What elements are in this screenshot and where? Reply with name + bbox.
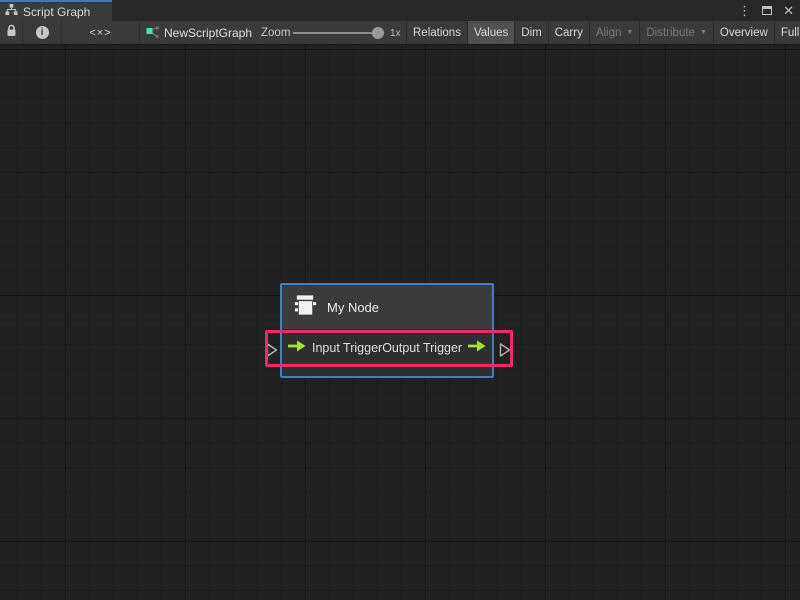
- input-port-label: Input Trigger: [312, 341, 382, 355]
- node-ports-row: Input Trigger Output Trigger: [282, 330, 492, 374]
- toolbar-button-label: Overview: [720, 27, 768, 39]
- graph-canvas[interactable]: My Node Input Trigger Output Trigger: [0, 45, 800, 600]
- chevron-down-icon: ▼: [626, 29, 633, 36]
- zoom-label: Zoom: [261, 27, 290, 39]
- toolbar-button-label: Relations: [413, 27, 461, 39]
- toolbar-button-label: Full Screen: [781, 27, 800, 39]
- zoom-slider-knob[interactable]: [372, 27, 384, 39]
- toolbar-button-carry[interactable]: Carry: [548, 21, 589, 44]
- output-trigger-arrow-icon: [468, 339, 486, 357]
- graph-name-label[interactable]: NewScriptGraph: [164, 26, 252, 40]
- maximize-icon[interactable]: [762, 6, 772, 15]
- graph-toolbar: i <×> NewScriptGraph Zoom 1x Relations Va…: [0, 21, 800, 45]
- input-connection-triangle[interactable]: [266, 342, 278, 363]
- lock-icon: [6, 24, 17, 42]
- zoom-value: 1x: [390, 28, 401, 39]
- window-controls: ⋮ ✕: [738, 0, 794, 21]
- zoom-to-fit-icon: <×>: [89, 27, 111, 39]
- toolbar-button-values[interactable]: Values: [467, 21, 514, 44]
- unit-node-icon: [293, 292, 318, 323]
- node-title: My Node: [327, 300, 379, 315]
- toolbar-button-overview[interactable]: Overview: [713, 21, 774, 44]
- node-header[interactable]: My Node: [282, 285, 492, 330]
- hierarchy-icon: [5, 3, 18, 21]
- lock-button[interactable]: [0, 21, 23, 44]
- tab-bar: Script Graph ⋮ ✕: [0, 0, 800, 21]
- info-icon: i: [36, 26, 49, 39]
- toolbar-button-dim[interactable]: Dim: [514, 21, 547, 44]
- input-port[interactable]: Input Trigger: [288, 338, 382, 358]
- toolbar-button-relations[interactable]: Relations: [406, 21, 467, 44]
- tab-title: Script Graph: [23, 5, 90, 19]
- info-button[interactable]: i: [23, 21, 62, 44]
- output-connection-triangle[interactable]: [499, 342, 511, 363]
- chevron-down-icon: ▼: [700, 29, 707, 36]
- toolbar-button-label: Align: [596, 27, 622, 39]
- node-my-node[interactable]: My Node Input Trigger Output Trigger: [280, 283, 494, 378]
- output-port-label: Output Trigger: [382, 341, 462, 355]
- toolbar-button-full-screen[interactable]: Full Screen: [774, 21, 800, 44]
- toolbar-button-label: Distribute: [646, 27, 695, 39]
- zoom-to-fit-button[interactable]: <×>: [62, 21, 140, 44]
- input-trigger-arrow-icon: [288, 339, 306, 357]
- tab-script-graph[interactable]: Script Graph: [0, 0, 112, 21]
- toolbar-button-label: Carry: [555, 27, 583, 39]
- toolbar-button-label: Dim: [521, 27, 541, 39]
- output-port[interactable]: Output Trigger: [382, 338, 486, 358]
- menu-kebab-icon[interactable]: ⋮: [738, 4, 751, 17]
- toolbar-button-label: Values: [474, 27, 508, 39]
- close-icon[interactable]: ✕: [783, 4, 794, 17]
- toolbar-buttons: Relations Values Dim Carry Align ▼ Distribute ▼…: [406, 21, 800, 44]
- toolbar-button-align[interactable]: Align ▼: [589, 21, 640, 44]
- script-graph-asset-icon: [146, 26, 160, 45]
- script-graph-window: Script Graph ⋮ ✕ i <×>: [0, 0, 800, 600]
- toolbar-button-distribute[interactable]: Distribute ▼: [639, 21, 713, 44]
- zoom-slider-track[interactable]: [293, 32, 383, 34]
